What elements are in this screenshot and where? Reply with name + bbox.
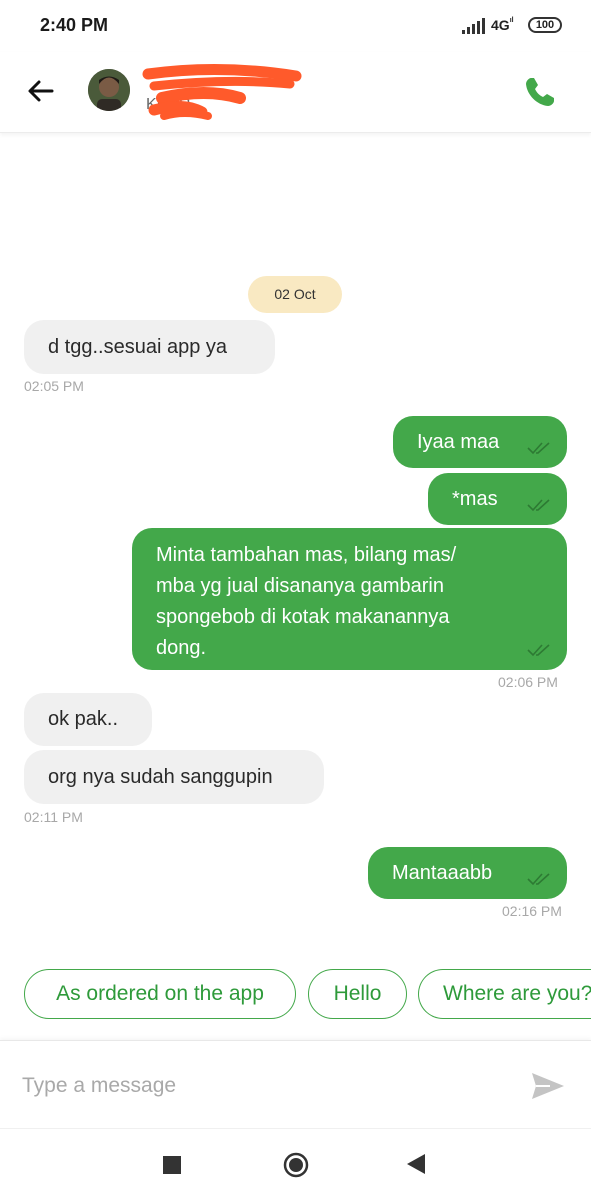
- nav-back-icon[interactable]: [405, 1152, 427, 1176]
- message-text-line: spongebob di kotak makanannya: [156, 606, 450, 628]
- message-incoming[interactable]: org nya sudah sanggupin: [24, 750, 324, 804]
- status-time: 2:40 PM: [40, 15, 109, 35]
- redaction-scribble: [142, 63, 302, 120]
- double-check-icon: [527, 873, 550, 886]
- message-time: 02:06 PM: [498, 674, 558, 690]
- avatar[interactable]: [88, 69, 130, 111]
- message-text: ok pak..: [48, 708, 119, 730]
- date-chip: 02 Oct: [248, 276, 342, 313]
- double-check-icon: [527, 442, 550, 455]
- chat-header: KFOR: [0, 52, 591, 133]
- nav-square-icon[interactable]: [163, 1156, 181, 1174]
- message-text-line: dong.: [156, 637, 207, 659]
- message-text: Iyaa maa: [417, 431, 500, 453]
- message-text: *mas: [452, 488, 498, 510]
- message-input[interactable]: [20, 1063, 504, 1109]
- system-nav-bar: [0, 1128, 591, 1201]
- battery-icon: 100: [528, 17, 562, 33]
- message-incoming[interactable]: d tgg..sesuai app ya: [24, 320, 275, 374]
- message-time: 02:11 PM: [24, 809, 83, 825]
- message-text: d tgg..sesuai app ya: [48, 336, 228, 358]
- quick-reply-chip[interactable]: Hello: [308, 969, 407, 1019]
- network-indicator: 4Gıl: [491, 17, 514, 33]
- signal-icon: [462, 18, 486, 34]
- message-text-line: mba yg jual disananya gambarin: [156, 575, 444, 597]
- double-check-icon: [527, 499, 550, 512]
- double-check-icon: [527, 644, 550, 657]
- message-time: 02:05 PM: [24, 378, 84, 394]
- message-incoming[interactable]: ok pak..: [24, 693, 152, 746]
- message-text-line: Minta tambahan mas, bilang mas/: [156, 544, 457, 566]
- message-text: Mantaaabb: [392, 862, 493, 884]
- phone-icon[interactable]: [520, 72, 560, 112]
- quick-reply-chip[interactable]: As ordered on the app: [24, 969, 296, 1019]
- message-outgoing[interactable]: Iyaa maa: [393, 416, 567, 468]
- message-text: org nya sudah sanggupin: [48, 766, 273, 788]
- back-arrow-icon[interactable]: [24, 74, 58, 108]
- nav-home-icon[interactable]: [283, 1152, 309, 1178]
- message-composer: [0, 1040, 591, 1129]
- status-bar: 2:40 PM 4Gıl 100: [0, 0, 591, 52]
- message-outgoing[interactable]: Mantaaabb: [368, 847, 567, 899]
- message-time: 02:16 PM: [502, 903, 562, 919]
- send-icon[interactable]: [530, 1071, 566, 1101]
- message-outgoing[interactable]: *mas: [428, 473, 567, 525]
- quick-reply-chip[interactable]: Where are you?: [418, 969, 591, 1019]
- message-outgoing[interactable]: Minta tambahan mas, bilang mas/ mba yg j…: [132, 528, 567, 670]
